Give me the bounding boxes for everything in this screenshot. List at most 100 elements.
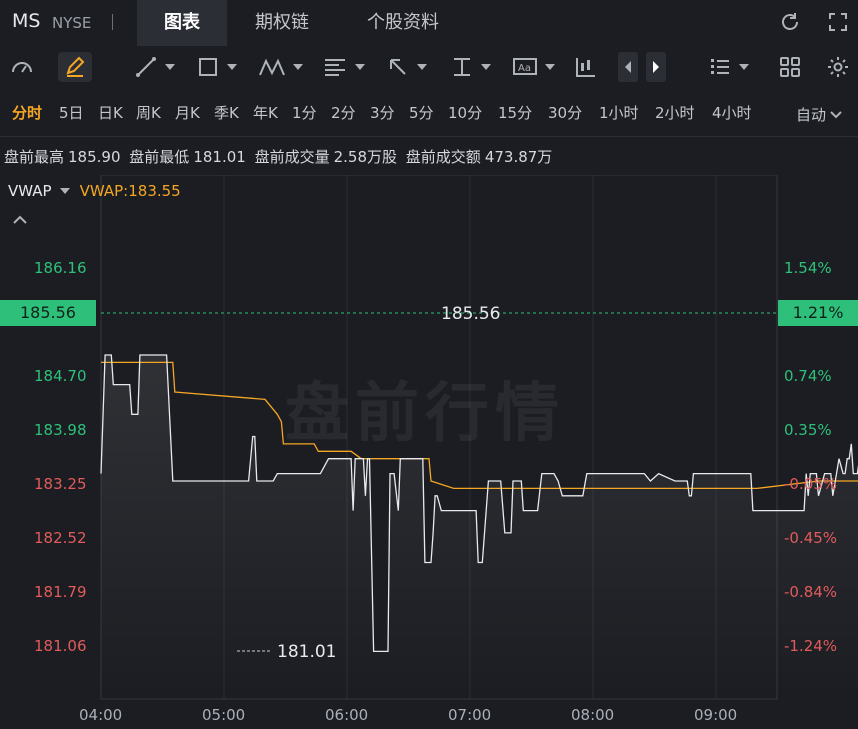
fullscreen-icon[interactable] xyxy=(826,10,850,34)
wave-pattern-icon xyxy=(259,58,285,76)
period-intraday[interactable]: 分时 xyxy=(12,102,42,123)
period-selector: 分时 5日 日K 周K 月K 季K 年K 1分 2分 3分 5分 10分 15分… xyxy=(0,90,858,134)
high-label: 盘前最高 xyxy=(4,148,65,166)
period-10min[interactable]: 10分 xyxy=(448,102,482,123)
tab-chart[interactable]: 图表 xyxy=(137,0,227,46)
period-5d[interactable]: 5日 xyxy=(59,102,84,123)
period-day[interactable]: 日K xyxy=(98,102,123,123)
rectangle-icon xyxy=(199,58,217,76)
period-2h[interactable]: 2小时 xyxy=(655,102,695,123)
top-bar: MS NYSE 图表 期权链 个股资料 xyxy=(0,0,858,46)
pct-tick-label: -1.24% xyxy=(784,637,838,655)
period-4h[interactable]: 4小时 xyxy=(712,102,752,123)
list-icon xyxy=(711,59,729,74)
pct-tick-label: 0.35% xyxy=(784,421,832,439)
grid-layout-icon xyxy=(780,57,800,77)
indicator-value: VWAP:183.55 xyxy=(79,182,181,200)
drawing-toolbar: Aa xyxy=(0,46,858,90)
chevron-left-icon xyxy=(625,61,631,73)
low-value: 181.01 xyxy=(193,148,246,166)
period-month[interactable]: 月K xyxy=(175,102,200,123)
auto-mode-label: 自动 xyxy=(795,106,826,124)
premarket-watermark: 盘前行情 xyxy=(285,377,565,451)
period-30min[interactable]: 30分 xyxy=(548,102,582,123)
pattern-tool[interactable] xyxy=(258,52,303,82)
gauge-icon xyxy=(12,62,32,73)
measure-tool[interactable] xyxy=(450,52,491,82)
exchange-label: NYSE xyxy=(52,14,92,32)
low-price-annotation: 181.01 xyxy=(277,642,336,662)
last-price-tag: 185.56 xyxy=(0,300,96,326)
amount-value: 473.87万 xyxy=(484,148,553,166)
refresh-icon[interactable] xyxy=(778,10,802,34)
y-tick-label: 186.16 xyxy=(34,259,87,277)
prev-button[interactable] xyxy=(618,52,638,82)
auto-mode-select[interactable]: 自动 xyxy=(796,104,842,125)
x-tick-label: 04:00 xyxy=(79,706,123,724)
volume-value: 2.58万股 xyxy=(333,148,398,166)
x-tick-label: 05:00 xyxy=(202,706,246,724)
last-price-annotation: 185.56 xyxy=(441,304,500,324)
chevron-down-icon xyxy=(830,110,842,118)
section-divider xyxy=(0,136,858,137)
y-tick-label: 182.52 xyxy=(34,529,87,547)
fibonacci-tool[interactable] xyxy=(322,52,365,82)
period-15min[interactable]: 15分 xyxy=(498,102,532,123)
layout-tool[interactable] xyxy=(778,52,802,82)
cursor-tool[interactable] xyxy=(8,52,36,82)
x-tick-label: 09:00 xyxy=(694,706,738,724)
candlestick-icon xyxy=(576,58,595,77)
amount-label: 盘前成交额 xyxy=(405,148,481,166)
y-tick-label: 181.06 xyxy=(34,637,87,655)
arrow-tool[interactable] xyxy=(386,52,427,82)
y-tick-label: 184.70 xyxy=(34,367,87,385)
pencil-tool[interactable] xyxy=(58,52,92,82)
period-quarter[interactable]: 季K xyxy=(214,102,239,123)
arrow-icon xyxy=(390,59,406,75)
tab-options-chain[interactable]: 期权链 xyxy=(237,0,327,46)
pct-tick-label: 0.74% xyxy=(784,367,832,385)
candle-tool[interactable] xyxy=(574,52,598,82)
divider xyxy=(112,14,113,30)
indicator-row: VWAP VWAP:183.55 xyxy=(8,182,181,200)
pct-tick-label: 1.54% xyxy=(784,259,832,277)
rectangle-tool[interactable] xyxy=(196,52,237,82)
pencil-icon xyxy=(66,56,85,77)
line-tool[interactable] xyxy=(134,52,175,82)
gear-icon xyxy=(828,57,848,77)
ticker-symbol: MS xyxy=(12,10,41,32)
svg-text:Aa: Aa xyxy=(518,63,531,74)
pct-tick-label: -0.45% xyxy=(784,529,838,547)
period-3min[interactable]: 3分 xyxy=(370,102,395,123)
period-5min[interactable]: 5分 xyxy=(409,102,434,123)
pct-tick-label: -0.05% xyxy=(784,475,838,493)
high-value: 185.90 xyxy=(68,148,121,166)
tab-company-info[interactable]: 个股资料 xyxy=(350,0,456,46)
period-year[interactable]: 年K xyxy=(253,102,278,123)
trend-line-icon xyxy=(136,57,156,77)
indicator-name[interactable]: VWAP xyxy=(8,182,52,200)
pct-tick-label: -0.84% xyxy=(784,583,838,601)
y-tick-label: 183.98 xyxy=(34,421,87,439)
low-label: 盘前最低 xyxy=(129,148,190,166)
settings-tool[interactable] xyxy=(826,52,850,82)
fibonacci-icon xyxy=(325,59,345,76)
chevron-right-icon xyxy=(653,61,659,73)
y-tick-label: 181.79 xyxy=(34,583,87,601)
premarket-stats: 盘前最高 185.90 盘前最低 181.01 盘前成交量 2.58万股 盘前成交额 4… xyxy=(4,146,556,167)
next-button[interactable] xyxy=(646,52,666,82)
period-1h[interactable]: 1小时 xyxy=(599,102,639,123)
x-tick-label: 08:00 xyxy=(571,706,615,724)
x-tick-label: 07:00 xyxy=(448,706,492,724)
last-pct-tag: 1.21% xyxy=(778,300,858,326)
volume-label: 盘前成交量 xyxy=(254,148,330,166)
collapse-icon[interactable] xyxy=(12,214,28,226)
list-tool[interactable] xyxy=(708,52,749,82)
caret-down-icon[interactable] xyxy=(59,187,70,195)
period-1min[interactable]: 1分 xyxy=(292,102,317,123)
text-tool[interactable]: Aa xyxy=(512,52,555,82)
period-week[interactable]: 周K xyxy=(136,102,161,123)
y-tick-label: 183.25 xyxy=(34,475,87,493)
period-2min[interactable]: 2分 xyxy=(331,102,356,123)
measure-icon xyxy=(454,58,470,76)
